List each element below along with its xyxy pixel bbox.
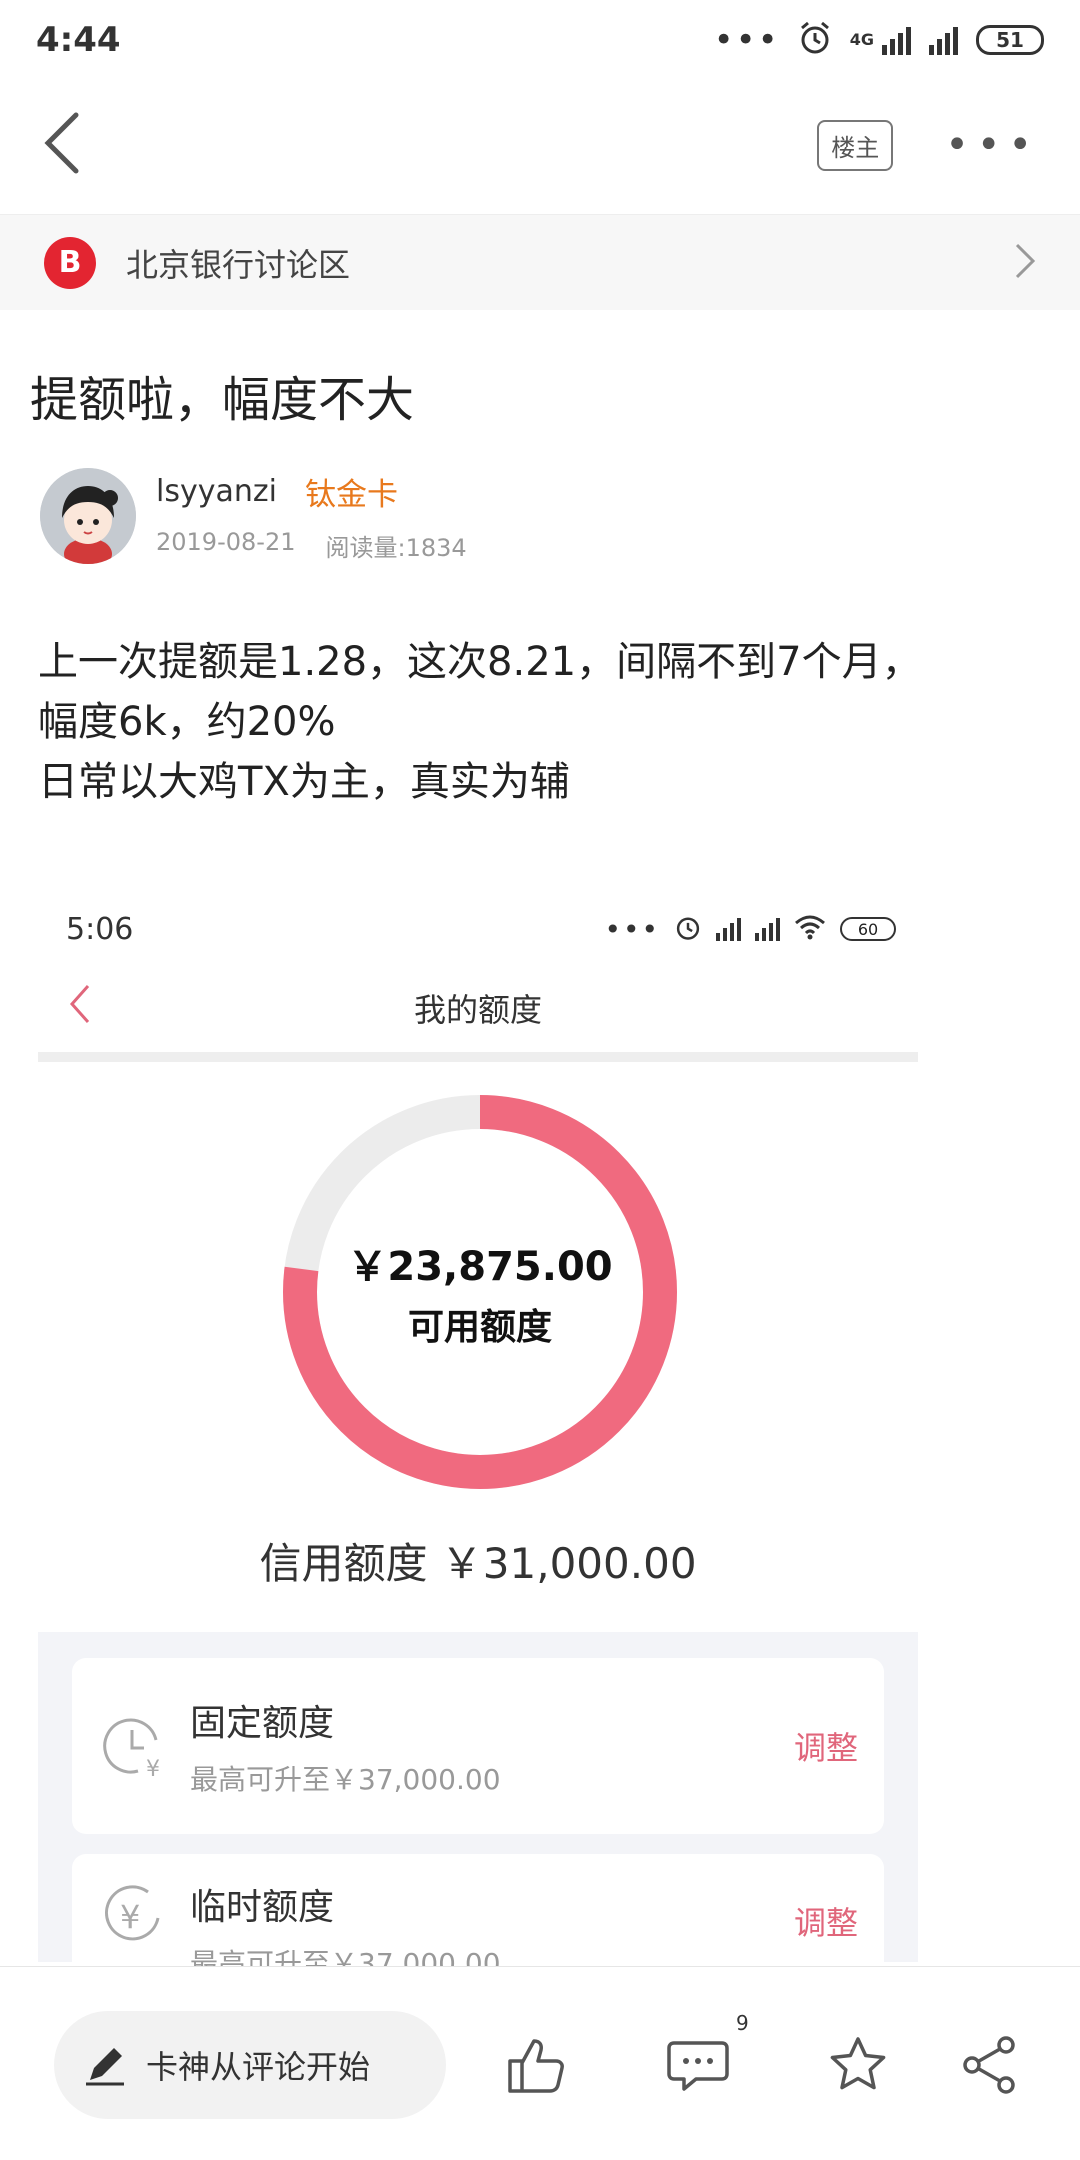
comment-icon[interactable]: [666, 2033, 730, 2097]
network-type-label: 4G: [849, 30, 874, 49]
ring-center-text: ￥23,875.00 可用额度: [280, 1092, 680, 1492]
available-amount: ￥23,875.00: [347, 1244, 613, 1290]
more-icon[interactable]: •••: [945, 125, 1040, 165]
embedded-status-bar: 5:06 ••• 60: [66, 904, 896, 954]
temp-limit-title: 临时额度: [190, 1887, 335, 1928]
battery-icon: 51: [976, 25, 1044, 55]
svg-text:¥: ¥: [146, 1757, 160, 1782]
embedded-status-icons: ••• 60: [604, 913, 896, 946]
share-icon[interactable]: [958, 2033, 1022, 2097]
fixed-limit-text: 固定额度 最高可升至￥37,000.00: [190, 1694, 794, 1798]
available-label: 可用额度: [407, 1307, 552, 1348]
post-meta: 2019-08-21 阅读量:1834: [156, 528, 467, 563]
favorite-star-icon[interactable]: [826, 2033, 890, 2097]
author-meta: lsyyanzi 钛金卡 2019-08-21 阅读量:1834: [156, 469, 467, 563]
signal-icon: [882, 25, 911, 55]
embedded-alarm-icon: [674, 913, 702, 945]
like-icon[interactable]: [504, 2033, 568, 2097]
signal-icon-2: [929, 25, 958, 55]
alarm-icon: [798, 21, 832, 59]
forum-link[interactable]: B 北京银行讨论区: [0, 214, 1080, 310]
nav-actions: 楼主 •••: [817, 119, 1040, 171]
chevron-right-icon: [1014, 242, 1036, 284]
embedded-dots-icon: •••: [604, 912, 660, 946]
post-body-line: 幅度6k，约20%: [38, 699, 336, 745]
comment-input[interactable]: 卡神从评论开始: [54, 2011, 446, 2119]
bottom-action-bar: 卡神从评论开始 9: [0, 1966, 1080, 2160]
fixed-limit-card: ¥ 固定额度 最高可升至￥37,000.00 调整: [72, 1658, 884, 1834]
available-credit-ring: ￥23,875.00 可用额度: [280, 1092, 680, 1492]
clock-yen-icon: ¥: [98, 1710, 170, 1782]
post-date: 2019-08-21: [156, 528, 296, 556]
author-line: lsyyanzi 钛金卡: [156, 469, 467, 514]
fixed-limit-title: 固定额度: [190, 1703, 335, 1744]
comment-count: 9: [736, 2011, 749, 2035]
owner-only-button[interactable]: 楼主: [817, 119, 894, 171]
pencil-icon: [86, 2048, 124, 2086]
embedded-page-title: 我的额度: [413, 991, 542, 1029]
yen-refresh-icon: ¥: [98, 1878, 170, 1950]
temp-limit-card: ¥ 临时额度 最高可升至￥37,000.00 调整: [72, 1854, 884, 1980]
status-bar: 4:44 ••• 4G 51: [0, 0, 1080, 80]
bank-logo-icon: B: [44, 236, 96, 289]
embedded-back-icon: [68, 982, 92, 1030]
embedded-screenshot[interactable]: 5:06 ••• 60 我的额度 ￥23,875.00 可用额度 信用额度 ￥3…: [38, 882, 918, 1980]
top-nav: 楼主 •••: [0, 80, 1080, 210]
author-block: lsyyanzi 钛金卡 2019-08-21 阅读量:1834: [40, 468, 467, 564]
status-icons: ••• 4G 51: [714, 20, 1044, 60]
post-title: 提额啦，幅度不大: [30, 372, 415, 428]
comment-placeholder: 卡神从评论开始: [146, 2048, 371, 2086]
card-level-badge: 钛金卡: [304, 477, 398, 513]
embedded-header: 我的额度: [38, 968, 918, 1048]
post-body-line: 上一次提额是1.28，这次8.21，间隔不到7个月，: [38, 639, 922, 685]
svg-text:¥: ¥: [120, 1898, 140, 1936]
post-body-line: 日常以大鸡TX为主，真实为辅: [38, 759, 570, 805]
adjust-temp-button: 调整: [793, 1904, 858, 1942]
author-name[interactable]: lsyyanzi: [156, 474, 277, 509]
forum-name: 北京银行讨论区: [126, 245, 351, 284]
read-count: 阅读量:1834: [325, 534, 467, 562]
embedded-wifi-icon: [794, 914, 826, 944]
fixed-limit-subtitle: 最高可升至￥37,000.00: [190, 1763, 501, 1796]
limit-panel: ¥ 固定额度 最高可升至￥37,000.00 调整 ¥ 临时额度 最高可升至￥3…: [38, 1632, 918, 1980]
status-time: 4:44: [36, 20, 121, 60]
embedded-status-time: 5:06: [66, 911, 134, 947]
post-body: 上一次提额是1.28，这次8.21，间隔不到7个月， 幅度6k，约20% 日常以…: [38, 632, 1048, 812]
notification-dots-icon: •••: [713, 20, 780, 60]
adjust-fixed-button: 调整: [793, 1729, 858, 1767]
back-icon[interactable]: [40, 111, 82, 179]
embedded-signal-icon-2: [755, 917, 780, 941]
page: 4:44 ••• 4G 51 楼主 ••• B 北京银行讨论区 提额啦，幅度不大: [0, 0, 1080, 2160]
avatar[interactable]: [40, 468, 136, 564]
credit-line: 信用额度 ￥31,000.00: [259, 1539, 697, 1588]
embedded-divider: [38, 1052, 918, 1062]
embedded-battery-icon: 60: [840, 917, 896, 941]
embedded-signal-icon: [716, 917, 741, 941]
